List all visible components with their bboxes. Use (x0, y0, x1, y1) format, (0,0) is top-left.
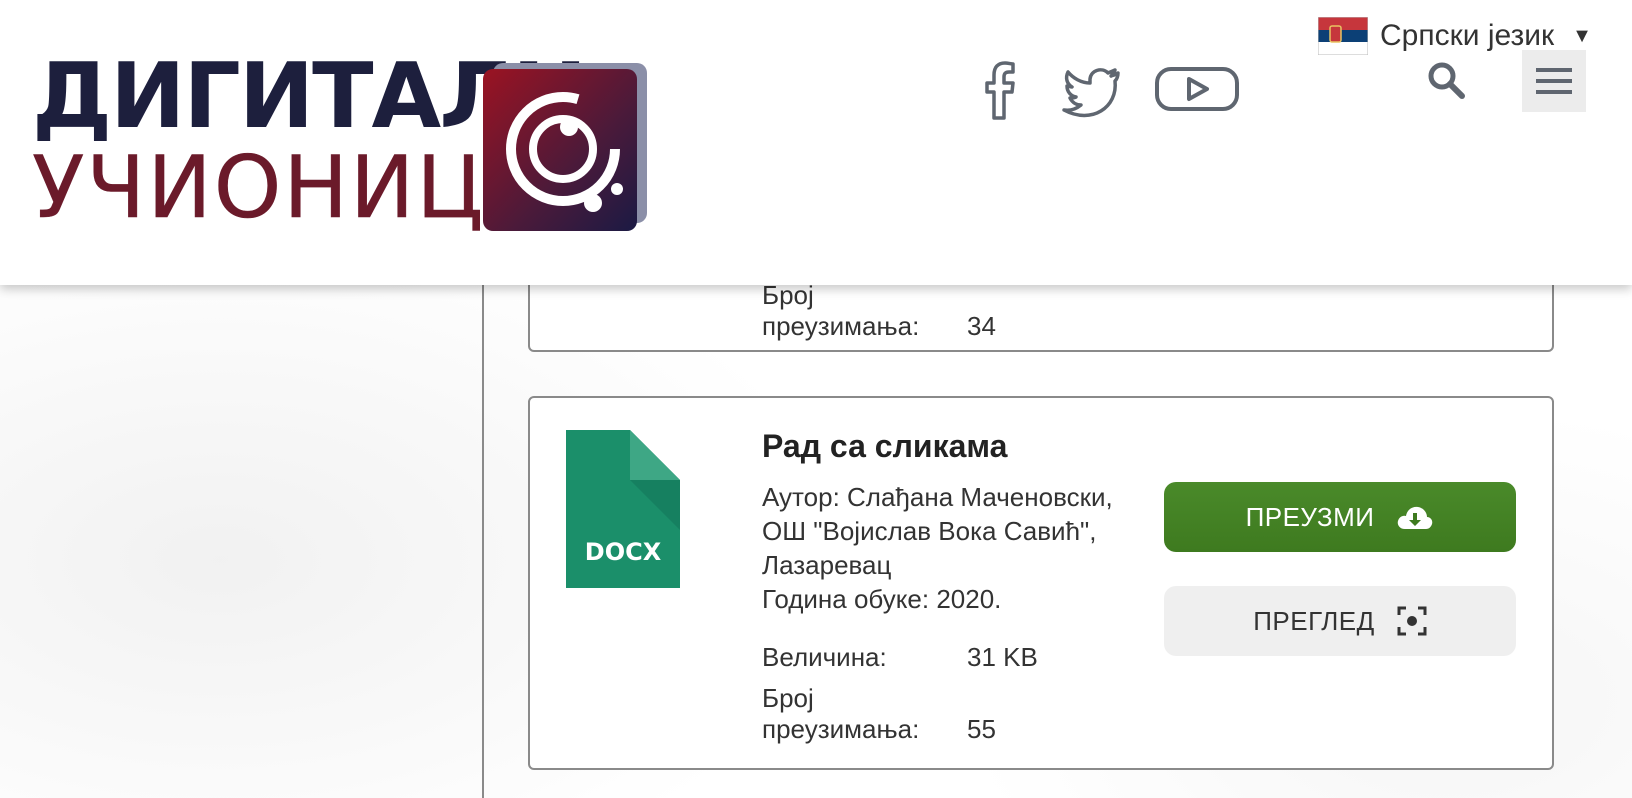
chevron-down-icon: ▼ (1572, 24, 1592, 47)
author-line: Аутор: Слађана Маченовски, ОШ "Војислав … (762, 482, 1113, 580)
size-row: Величина: 31 KB (762, 642, 1038, 673)
cloud-download-icon (1398, 506, 1433, 529)
youtube-icon[interactable] (1154, 66, 1240, 112)
downloads-value: 55 (967, 714, 996, 744)
size-label: Величина: (762, 642, 887, 672)
downloads-row: Број преузимања: 34 (762, 280, 996, 342)
file-title[interactable]: Рад са сликама (762, 428, 1007, 465)
logo-at-icon[interactable] (483, 63, 647, 231)
downloads-value: 34 (967, 311, 996, 341)
site-header: ДИГИТАЛН УЧИОНИЦ Српски језик ▼ (0, 0, 1632, 285)
preview-button[interactable]: ПРЕГЛЕД (1164, 586, 1516, 656)
serbia-flag-icon (1318, 17, 1368, 55)
downloads-row: Број преузимања: 55 (762, 683, 996, 745)
facebook-icon[interactable] (970, 60, 1030, 120)
twitter-icon[interactable] (1062, 62, 1122, 122)
download-button-label: ПРЕУЗМИ (1245, 501, 1375, 532)
logo-text-line2[interactable]: УЧИОНИЦ (32, 145, 485, 232)
search-icon[interactable] (1426, 60, 1466, 100)
docx-file-icon: DOCX (566, 430, 680, 588)
focus-preview-icon (1397, 606, 1427, 636)
download-button[interactable]: ПРЕУЗМИ (1164, 482, 1516, 552)
docx-label: DOCX (585, 538, 662, 566)
file-description: Аутор: Слађана Маченовски, ОШ "Војислав … (762, 480, 1152, 616)
downloads-label: Број преузимања: (762, 280, 920, 341)
language-label: Српски језик (1380, 19, 1555, 52)
menu-button[interactable] (1522, 50, 1586, 112)
hamburger-icon (1536, 68, 1572, 94)
size-value: 31 KB (967, 642, 1038, 672)
file-card: DOCX Рад са сликама Аутор: Слађана Мачен… (528, 396, 1554, 770)
preview-button-label: ПРЕГЛЕД (1253, 605, 1375, 636)
downloads-label: Број преузимања: (762, 683, 920, 744)
year-line: Година обуке: 2020. (762, 584, 1002, 614)
content-divider (482, 280, 484, 798)
